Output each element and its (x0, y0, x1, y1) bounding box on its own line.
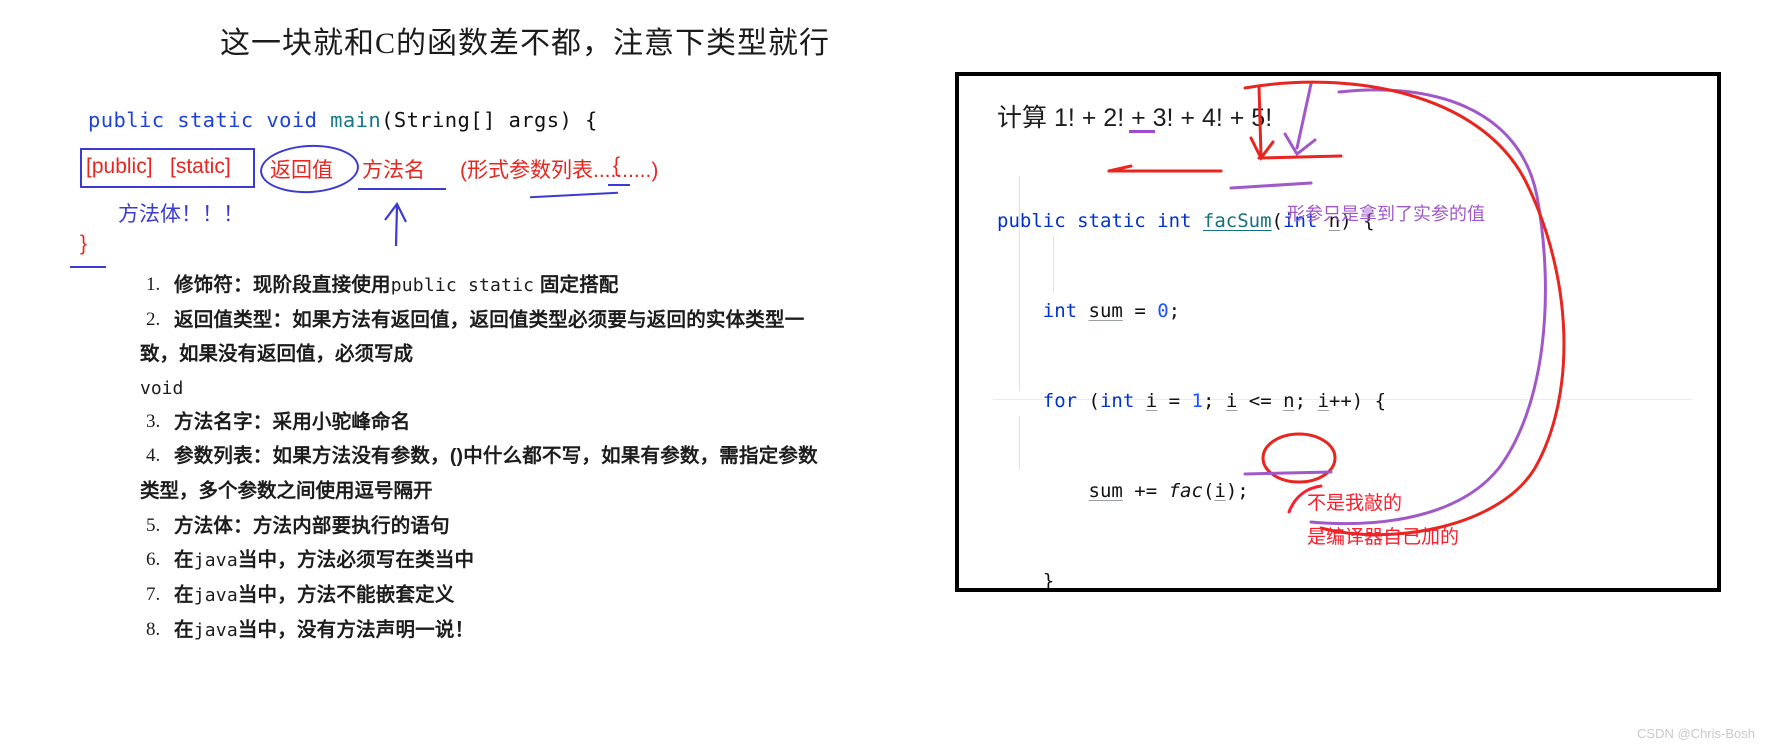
note-rest-after: 当中，方法必须写在类当中 (237, 549, 475, 572)
page-title: 这一块就和C的函数差不都，注意下类型就行 (219, 27, 830, 60)
list-item-text: 方法体：方法内部要执行的语句 (174, 513, 860, 541)
note-lead: 修饰符： (174, 274, 253, 296)
signature-params: (String[] args) { (381, 108, 598, 132)
annotation-red-note-line1: 不是我敲的 (1307, 493, 1403, 514)
list-item: 8. 在java当中，没有方法声明一说！ (140, 617, 860, 645)
list-item: 6. 在java当中，方法必须写在类当中 (140, 547, 860, 575)
note-mono: public static (390, 275, 535, 296)
annotation-open-brace: { (613, 154, 621, 177)
list-item-number: 8. (146, 618, 161, 640)
note-mono: java (193, 550, 238, 572)
list-item-text: 在java当中，方法不能嵌套定义 (174, 582, 860, 610)
ide-heading-text: 计算 1! + 2! + 3! + 4! + 5! (997, 104, 1273, 132)
note-lead: 在 (174, 584, 194, 607)
keyword-void: void (266, 108, 318, 132)
keyword-public: public (88, 108, 165, 132)
list-item-text: 方法名字：采用小驼峰命名 (174, 409, 860, 437)
note-rest-after: 当中，没有方法声明一说！ (237, 618, 475, 641)
java-signature-code: public static void main(String[] args) { (88, 108, 598, 132)
list-item: 7. 在java当中，方法不能嵌套定义 (140, 582, 860, 610)
list-item-continuation: 致，如果没有返回值，必须写成 (140, 343, 414, 366)
keyword-static: static (177, 108, 254, 132)
note-lead: 方法名字： (174, 410, 273, 433)
note-lead: 参数列表： (174, 445, 273, 468)
annotation-param-list: (形式参数列表..........) (460, 159, 659, 182)
code-line-int-sum: int sum = 0; (1042, 300, 1181, 322)
list-item-text: 返回值类型：如果方法有返回值，返回值类型必须要与返回的实体类型一 (174, 307, 860, 335)
numbered-notes-list: 1. 修饰符：现阶段直接使用public static 固定搭配 2. 返回值类… (140, 272, 860, 651)
code-line-close-for: } (997, 570, 1055, 592)
annotation-public-tag: [public] (86, 155, 153, 178)
list-item-text: 参数列表：如果方法没有参数，()中什么都不写，如果有参数，需指定参数 (174, 443, 860, 471)
param-list-underline (530, 191, 618, 199)
note-rest-before: 方法内部要执行的语句 (252, 514, 450, 537)
note-lead: 返回值类型： (174, 308, 293, 331)
purple-arrow-to-param (1295, 82, 1313, 150)
list-item-number: 2. (146, 308, 161, 330)
annotation-purple-note: 形参只是拿到了实参的值 (1287, 204, 1485, 224)
signature-annotation-row: [public] [static] 返回值 方法名 (形式参数列表.......… (80, 142, 700, 246)
list-item: 4. 参数列表：如果方法没有参数，()中什么都不写，如果有参数，需指定参数 (140, 443, 860, 471)
note-rest-before: 现阶段直接使用 (252, 274, 391, 296)
annotation-red-note-line2: 是编译器自己加的 (1307, 527, 1460, 548)
list-item-continuation: 类型，多个参数之间使用逗号隔开 (140, 479, 433, 502)
list-item-number: 7. (146, 584, 161, 606)
list-item-number: 5. (146, 514, 161, 536)
note-lead: 在 (174, 549, 194, 572)
list-item: 1. 修饰符：现阶段直接使用public static 固定搭配 (140, 272, 860, 300)
list-item-number: 4. (146, 445, 161, 467)
note-rest-before: 如果方法有返回值，返回值类型必须要与返回的实体类型一 (292, 308, 805, 331)
note-lead: 方法体： (174, 514, 253, 537)
note-lead: 在 (174, 618, 194, 641)
ide-code-editor: 计算 1! + 2! + 3! + 4! + 5! public static … (959, 76, 1717, 588)
left-explanation-panel: public static void main(String[] args) {… (0, 90, 960, 750)
list-item-text: 在java当中，方法必须写在类当中 (174, 547, 860, 575)
list-item-text: 修饰符：现阶段直接使用public static 固定搭配 (174, 272, 860, 300)
list-item-number: 1. (146, 274, 161, 295)
note-rest-after: 固定搭配 (534, 274, 619, 296)
note-mono: java (193, 585, 238, 607)
upward-arrow-icon (384, 201, 407, 246)
heading-purple-underline (1129, 130, 1155, 133)
list-item: 5. 方法体：方法内部要执行的语句 (140, 513, 860, 541)
method-name-main: main (330, 108, 382, 132)
annotation-method-body: 方法体！！！ (118, 203, 244, 226)
method-name-underline (358, 188, 446, 190)
note-rest-before: 如果方法没有参数，()中什么都不写，如果有参数，需指定参数 (272, 445, 818, 468)
list-item-text: 在java当中，没有方法声明一说！ (174, 617, 860, 645)
annotation-return-value: 返回值 (270, 159, 333, 182)
note-rest-before: 采用小驼峰命名 (272, 410, 411, 433)
annotation-close-brace: } (80, 232, 88, 255)
note-mono: java (193, 619, 238, 641)
close-brace-underline (70, 266, 106, 268)
open-brace-underline (608, 184, 630, 186)
code-line-for-loop: for (int i = 1; i <= n; i++) { (1042, 390, 1387, 412)
list-item-number: 3. (146, 410, 161, 432)
annotation-method-name: 方法名 (362, 159, 425, 182)
list-item: 3. 方法名字：采用小驼峰命名 (140, 409, 860, 437)
annotation-static-tag: [static] (170, 155, 231, 178)
list-item-number: 6. (146, 549, 161, 571)
note-rest-after: 当中，方法不能嵌套定义 (237, 584, 455, 607)
watermark-text: CSDN @Chris-Bosh (1637, 726, 1755, 741)
list-item: 2. 返回值类型：如果方法有返回值，返回值类型必须要与返回的实体类型一 (140, 307, 860, 335)
ide-screenshot-panel: 计算 1! + 2! + 3! + 4! + 5! public static … (955, 72, 1721, 592)
list-item-void-keyword: void (140, 378, 184, 400)
